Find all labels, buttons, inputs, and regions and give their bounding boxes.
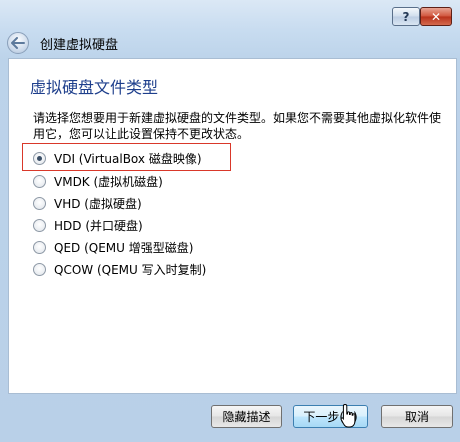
back-arrow-icon [11,37,25,49]
option-label: VDI (VirtualBox 磁盘映像) [54,151,202,166]
radio-button[interactable] [33,262,46,276]
wizard-window: ? ✕ 创建虚拟硬盘 虚拟硬盘文件类型 请选择您想要用于新建虚拟硬盘的文件类型。… [0,0,460,442]
button-bar: 隐藏描述 下一步(N) 取消 [0,394,460,442]
option-label: VMDK (虚拟机磁盘) [54,174,163,189]
wizard-title: 创建虚拟硬盘 [40,38,119,53]
radio-button[interactable] [33,218,46,232]
hand-cursor-icon [340,403,356,428]
wizard-nav-bar: 创建虚拟硬盘 [0,26,460,58]
cancel-button[interactable]: 取消 [381,405,453,428]
radio-button[interactable] [33,151,46,165]
option-vhd[interactable]: VHD (虚拟硬盘) [33,194,142,212]
radio-button[interactable] [33,174,46,188]
help-button[interactable]: ? [392,7,420,26]
option-qed[interactable]: QED (QEMU 增强型磁盘) [33,238,193,256]
option-vdi[interactable]: VDI (VirtualBox 磁盘映像) [33,149,202,167]
option-hdd[interactable]: HDD (并口硬盘) [33,216,143,234]
close-button[interactable]: ✕ [420,7,452,26]
radio-button[interactable] [33,196,46,210]
hide-description-button[interactable]: 隐藏描述 [211,405,282,428]
option-label: QCOW (QEMU 写入时复制) [54,262,207,277]
back-button[interactable] [7,32,29,54]
option-label: QED (QEMU 增强型磁盘) [54,240,194,255]
option-label: VHD (虚拟硬盘) [54,196,142,211]
option-vmdk[interactable]: VMDK (虚拟机磁盘) [33,172,163,190]
wizard-page: 虚拟硬盘文件类型 请选择您想要用于新建虚拟硬盘的文件类型。如果您不需要其他虚拟化… [8,58,457,394]
option-label: HDD (并口硬盘) [54,218,143,233]
page-description: 请选择您想要用于新建虚拟硬盘的文件类型。如果您不需要其他虚拟化软件使用它，您可以… [33,111,442,141]
radio-button[interactable] [33,240,46,254]
page-heading: 虚拟硬盘文件类型 [30,78,159,97]
option-qcow[interactable]: QCOW (QEMU 写入时复制) [33,260,206,278]
